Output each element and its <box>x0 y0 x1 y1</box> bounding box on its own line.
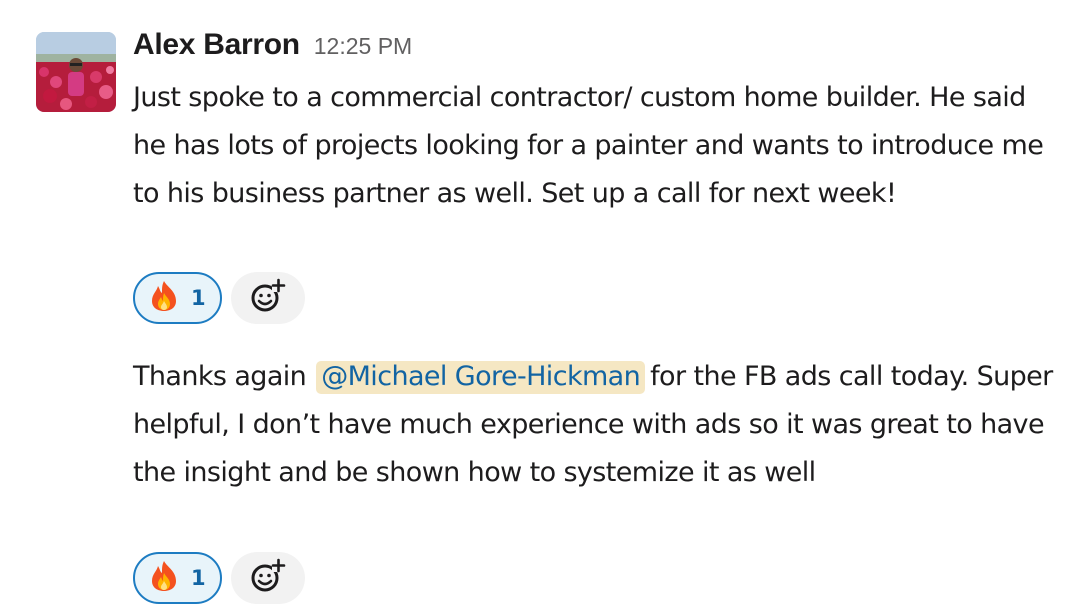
reaction-count: 1 <box>191 286 206 310</box>
fire-emoji-icon <box>149 560 179 596</box>
reaction-count: 1 <box>191 566 206 590</box>
message-text: Thanks again @Michael Gore-Hickman for the… <box>133 353 1063 497</box>
sender-name[interactable]: Alex Barron <box>133 28 300 61</box>
add-reaction-icon <box>248 276 288 320</box>
message-header: Alex Barron 12:25 PM <box>133 28 412 72</box>
message-text: Just spoke to a commercial contractor/ c… <box>133 82 1044 209</box>
avatar[interactable] <box>36 32 116 112</box>
reaction-bar: 1 <box>133 272 305 324</box>
reaction-bar: 1 <box>133 552 305 604</box>
reaction-fire[interactable]: 1 <box>133 552 222 604</box>
fire-emoji-icon <box>149 280 179 316</box>
avatar-photo <box>36 32 116 112</box>
user-mention[interactable]: @Michael Gore-Hickman <box>316 361 646 394</box>
reaction-fire[interactable]: 1 <box>133 272 222 324</box>
add-reaction-button[interactable] <box>231 552 305 604</box>
message-text-start: Thanks again <box>133 361 307 392</box>
add-reaction-icon <box>248 556 288 600</box>
timestamp[interactable]: 12:25 PM <box>314 33 412 59</box>
add-reaction-button[interactable] <box>231 272 305 324</box>
